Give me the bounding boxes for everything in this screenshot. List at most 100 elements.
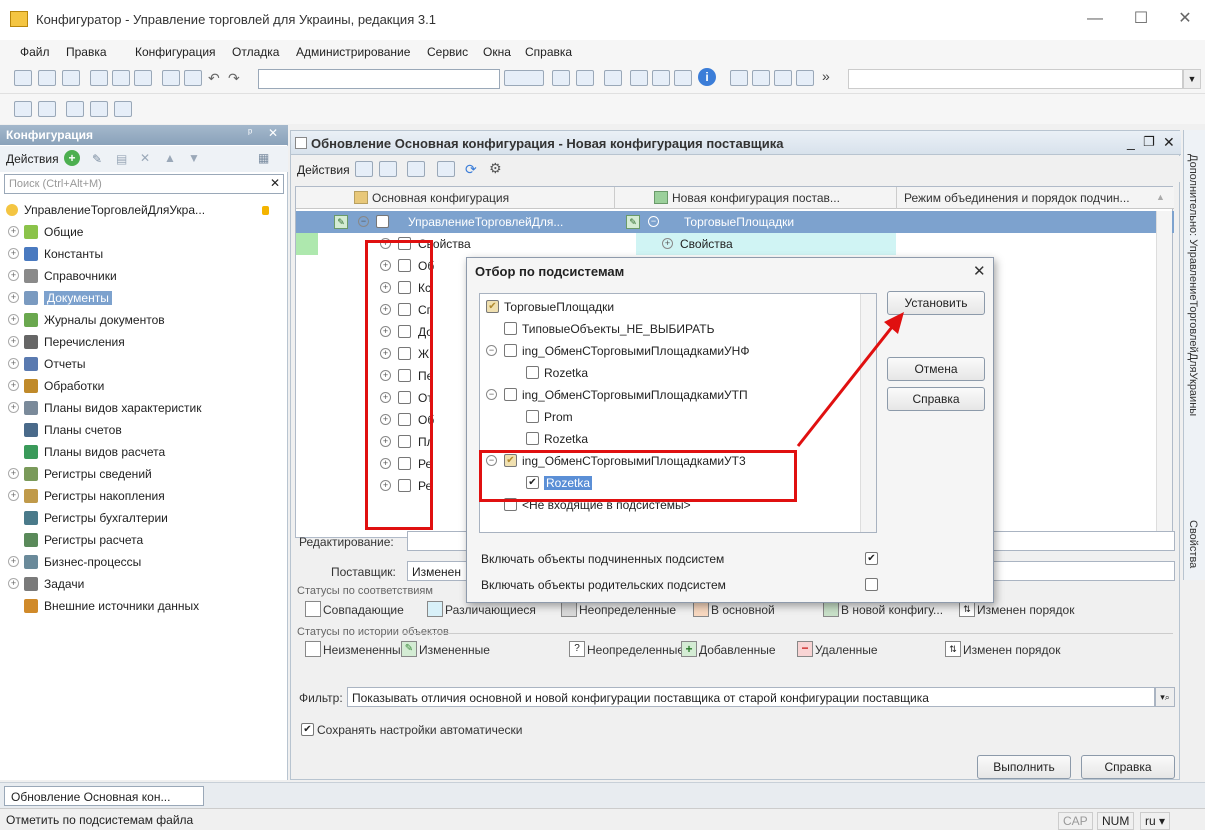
doc-actions-button[interactable]: Действия	[297, 163, 350, 177]
subsystem-checkbox[interactable]	[504, 322, 517, 335]
expand-icon[interactable]: +	[8, 292, 19, 303]
toolbar-search-input[interactable]	[258, 69, 500, 89]
close-window-button[interactable]: ✕	[1170, 8, 1200, 30]
run-button[interactable]: Выполнить	[977, 755, 1071, 779]
maximize-button[interactable]: ☐	[1126, 8, 1156, 30]
settings-icon[interactable]: ⚙	[489, 160, 502, 177]
expand-icon[interactable]: +	[8, 380, 19, 391]
config-tree-item[interactable]: + Планы видов характеристик	[0, 398, 288, 420]
filter-search-icon[interactable]: ▾⌕	[1155, 687, 1175, 707]
new-row-expand-icon[interactable]: +	[662, 238, 673, 249]
node-collapse-icon[interactable]: −	[486, 345, 497, 356]
minimize-button[interactable]: —	[1080, 8, 1110, 30]
config-tree-item[interactable]: + Общие	[0, 222, 288, 244]
include-sub-checkbox[interactable]: ✔	[865, 552, 878, 565]
delete-icon[interactable]: ✕	[140, 151, 150, 165]
expand-icon[interactable]: +	[8, 490, 19, 501]
grid-row[interactable]: ✎ ✎ − УправлениеТорговлейДля... − ТорговыеПло…	[296, 211, 1174, 233]
expand-icon[interactable]: +	[8, 402, 19, 413]
config-tree-item[interactable]: + Задачи	[0, 574, 288, 596]
menu-debug[interactable]: Отладка	[232, 45, 279, 59]
tree-root[interactable]: УправлениеТорговлейДляУкра...	[0, 200, 288, 222]
step-over-icon[interactable]	[752, 70, 770, 86]
config-tree-item[interactable]: + Перечисления	[0, 332, 288, 354]
grid-scrollbar[interactable]	[1156, 211, 1172, 537]
side-tab-additional[interactable]: Дополнительно: УправлениеТорговлейДляУкр…	[1187, 154, 1199, 416]
expand-icon[interactable]: +	[8, 358, 19, 369]
config-tree-item[interactable]: + Обработки	[0, 376, 288, 398]
step-into-icon[interactable]	[730, 70, 748, 86]
config-tree-item[interactable]: + Бизнес-процессы	[0, 552, 288, 574]
table-icon[interactable]	[90, 101, 108, 117]
subsystem-checkbox[interactable]	[526, 366, 539, 379]
edit-icon[interactable]: ✎	[92, 152, 102, 166]
expand-icon[interactable]: +	[8, 578, 19, 589]
new-icon[interactable]	[14, 70, 32, 86]
find-prev-icon[interactable]	[576, 70, 594, 86]
breakpoint-icon[interactable]	[652, 70, 670, 86]
menu-configuration[interactable]: Конфигурация	[135, 45, 216, 59]
menu-windows[interactable]: Окна	[483, 45, 511, 59]
config-tree-item[interactable]: Планы счетов	[0, 420, 288, 442]
scroll-up-icon[interactable]: ▲	[1156, 192, 1165, 202]
close-icon[interactable]: ✕	[268, 126, 278, 140]
move-up-icon[interactable]: ▲	[164, 151, 176, 165]
properties-icon[interactable]: ▦	[258, 151, 269, 165]
preview-icon[interactable]	[184, 70, 202, 86]
subsystem-checkbox[interactable]	[504, 388, 517, 401]
menu-help[interactable]: Справка	[525, 45, 572, 59]
side-tab-properties[interactable]: Свойства	[1187, 520, 1199, 568]
config-search-input[interactable]: Поиск (Ctrl+Alt+M)	[4, 174, 284, 194]
include-parent-checkbox[interactable]	[865, 578, 878, 591]
expand-icon[interactable]: +	[8, 314, 19, 325]
menu-service[interactable]: Сервис	[427, 45, 468, 59]
pin-icon[interactable]: ᵖ	[248, 127, 252, 139]
mark-icon[interactable]	[407, 161, 425, 177]
subsystem-checkbox[interactable]	[526, 410, 539, 423]
open-icon[interactable]	[38, 70, 56, 86]
menu-file[interactable]: Файл	[20, 45, 50, 59]
config-tree-item[interactable]: Планы видов расчета	[0, 442, 288, 464]
expand-icon[interactable]: +	[8, 248, 19, 259]
config-tree-item[interactable]: + Регистры накопления	[0, 486, 288, 508]
window-icon[interactable]	[604, 70, 622, 86]
config-tree-item[interactable]: Внешние источники данных	[0, 596, 288, 618]
restore-doc-icon[interactable]: ❐	[1143, 134, 1155, 150]
copy-item-icon[interactable]: ▤	[116, 152, 127, 166]
config-tree-item[interactable]: + Константы	[0, 244, 288, 266]
info-icon[interactable]: i	[698, 68, 716, 86]
filter-field[interactable]: Показывать отличия основной и новой конф…	[347, 687, 1155, 707]
paste-icon[interactable]	[134, 70, 152, 86]
report-icon[interactable]	[437, 161, 455, 177]
config-tree-item[interactable]: + Документы	[0, 288, 288, 310]
search-dropdown-icon[interactable]	[504, 70, 544, 86]
expand-icon[interactable]: +	[8, 270, 19, 281]
language-indicator[interactable]: ru ▾	[1140, 812, 1171, 830]
expand-icon[interactable]: +	[8, 226, 19, 237]
chevron-down-icon[interactable]: ▼	[1183, 69, 1201, 89]
config-tree-item[interactable]: Регистры расчета	[0, 530, 288, 552]
clear-search-icon[interactable]: ✕	[270, 176, 280, 190]
db-icon[interactable]	[66, 101, 84, 117]
save-icon[interactable]	[62, 70, 80, 86]
doc-help-button[interactable]: Справка	[1081, 755, 1175, 779]
cut-icon[interactable]	[90, 70, 108, 86]
new-row-expand-icon[interactable]: −	[648, 216, 659, 227]
config-actions-button[interactable]: Действия	[6, 152, 59, 166]
run-icon[interactable]	[114, 101, 132, 117]
node-collapse-icon[interactable]: −	[486, 389, 497, 400]
config-tree-item[interactable]: + Регистры сведений	[0, 464, 288, 486]
open-file-icon[interactable]	[355, 161, 373, 177]
close-doc-icon[interactable]: ✕	[1163, 134, 1175, 151]
tree-icon[interactable]	[38, 101, 56, 117]
step-out-icon[interactable]	[774, 70, 792, 86]
add-icon[interactable]: +	[64, 150, 80, 166]
print-icon[interactable]	[162, 70, 180, 86]
save-settings-checkbox[interactable]: ✔	[301, 723, 314, 736]
sync-icon[interactable]	[674, 70, 692, 86]
taskbar-item[interactable]: Обновление Основная кон...	[4, 786, 204, 806]
config-icon[interactable]	[14, 101, 32, 117]
config-tree-item[interactable]: Регистры бухгалтерии	[0, 508, 288, 530]
redo-icon[interactable]: ↷	[228, 70, 240, 87]
row-checkbox[interactable]	[376, 215, 389, 228]
